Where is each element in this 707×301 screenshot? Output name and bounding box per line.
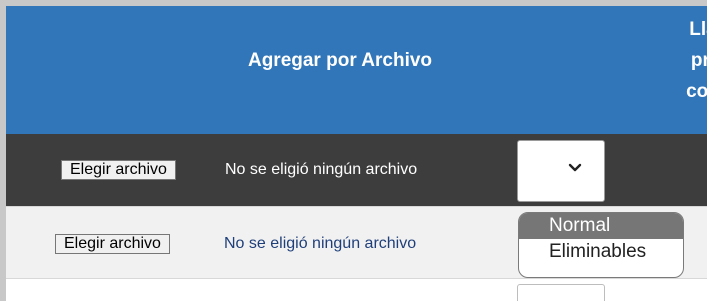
header-cut-line: con <box>686 81 707 102</box>
header-title: Agregar por Archivo <box>247 50 433 71</box>
type-dropdown-list: Normal Eliminables <box>518 212 684 278</box>
type-select[interactable] <box>517 140 605 202</box>
choose-file-button[interactable]: Elegir archivo <box>55 234 170 254</box>
row-divider <box>6 206 707 207</box>
choose-file-button[interactable]: Elegir archivo <box>61 160 176 180</box>
file-status-text: No se eligió ningún archivo <box>224 235 417 252</box>
header-cut-line: Lla <box>689 19 707 40</box>
row-divider <box>6 278 707 279</box>
type-select-row3[interactable] <box>517 284 605 301</box>
option-eliminables[interactable]: Eliminables <box>519 239 683 265</box>
header-cut-line: pri <box>690 50 707 71</box>
import-table: Agregar por Archivo Lla pri con Elegir a… <box>6 6 707 301</box>
option-normal[interactable]: Normal <box>519 213 683 239</box>
chevron-down-icon <box>568 163 582 172</box>
table-header: Agregar por Archivo Lla pri con <box>6 6 707 134</box>
file-status-text: No se eligió ningún archivo <box>225 161 418 178</box>
header-truncated-column: Lla pri con <box>673 14 707 107</box>
